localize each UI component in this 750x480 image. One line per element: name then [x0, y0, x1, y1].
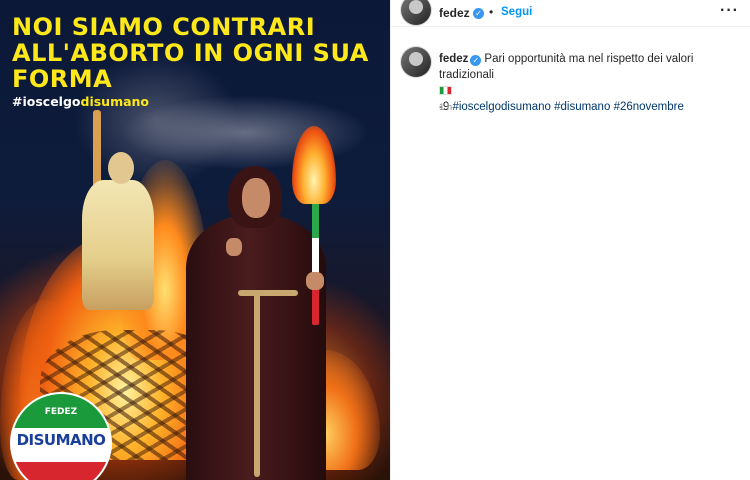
italy-flag-icon: [439, 86, 452, 95]
logo-red-band: [12, 462, 110, 480]
monk-face: [242, 178, 270, 218]
monk-belt: [238, 290, 298, 296]
tricolor-torch: [312, 195, 319, 325]
torch-hand: [306, 272, 324, 290]
poster-hashtag-prefix: #ioscelgo: [12, 94, 81, 109]
header-username[interactable]: fedez: [439, 6, 470, 20]
thumbs-up-hand: [226, 238, 242, 256]
header-divider: [391, 26, 750, 27]
follow-button[interactable]: Segui: [501, 6, 532, 18]
verified-icon: ✓: [473, 8, 484, 19]
hashtag-link[interactable]: #disumano: [554, 101, 610, 113]
post-timestamp[interactable]: 1 h: [439, 102, 452, 113]
hashtag-link[interactable]: #ioscelgodisumano: [452, 101, 550, 113]
caption-username[interactable]: fedez: [439, 53, 468, 65]
poster-hashtag-accent: disumano: [80, 94, 150, 109]
poster-hashtag: #ioscelgodisumano: [12, 94, 149, 109]
post-panel: fedez ✓ • Segui ··· fedez ✓ Pari opportuni…: [390, 0, 750, 480]
more-options-icon[interactable]: ···: [720, 2, 739, 20]
caption-avatar[interactable]: [401, 47, 431, 77]
verified-icon: ✓: [470, 55, 482, 66]
avatar[interactable]: [401, 0, 431, 25]
logo-top-text: FEDEZ: [44, 407, 78, 417]
poster-headline: NOI SIAMO CONTRARI ALL'ABORTO IN OGNI SU…: [12, 13, 369, 93]
post-image[interactable]: NOI SIAMO CONTRARI ALL'ABORTO IN OGNI SU…: [0, 0, 390, 480]
tied-figure-head: [108, 152, 134, 184]
monk-rope: [254, 292, 260, 477]
caption: fedez ✓ Pari opportunità ma nel rispetto d…: [439, 51, 744, 115]
logo-main-text: DISUMANO: [16, 431, 106, 449]
post-header: fedez ✓ • Segui ···: [391, 0, 750, 26]
hashtag-link[interactable]: #26novembre: [614, 101, 684, 113]
tied-figure: [82, 180, 154, 310]
party-logo: FEDEZ DISUMANO: [10, 392, 112, 480]
separator-dot: •: [489, 5, 494, 19]
